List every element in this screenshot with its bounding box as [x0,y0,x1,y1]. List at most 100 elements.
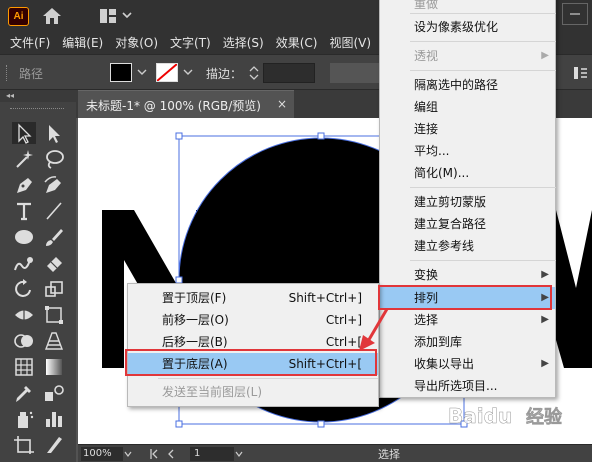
paintbrush-tool-icon[interactable] [42,226,66,248]
menu-view[interactable]: 视图(V) [323,32,377,54]
mesh-tool-icon[interactable] [12,356,36,378]
watermark-brand: Baidu [448,404,512,428]
panel-grip[interactable] [6,65,9,81]
context-menu-item[interactable]: 隔离选中的路径 [380,74,555,96]
zoom-level-field[interactable]: 100% [81,447,123,461]
control-bar-field[interactable] [330,63,380,83]
selection-type-label: 路径 [19,67,44,81]
menu-effect[interactable]: 效果(C) [270,32,324,54]
width-tool-icon[interactable] [12,304,36,326]
gradient-tool-icon[interactable] [42,356,66,378]
chevron-right-icon: ▶ [541,269,549,280]
previous-artboard-icon[interactable] [166,448,176,460]
menu-object[interactable]: 对象(O) [109,32,164,54]
chevron-right-icon: ▶ [541,314,549,325]
shape-builder-tool-icon[interactable] [12,330,36,352]
selection-tool-icon[interactable] [12,122,36,144]
submenu-item[interactable]: 前移一层(O) Ctrl+] [128,309,378,331]
menu-divider [410,187,556,188]
watermark-sub: 经验 [526,406,563,428]
context-menu-item[interactable]: 选择 ▶ [380,309,555,331]
context-menu-item[interactable]: 建立剪切蒙版 [380,191,555,213]
document-tab-title: 未标题-1* @ 100% (RGB/预览) [86,99,261,113]
scale-tool-icon[interactable] [42,278,66,300]
arrange-submenu: 置于顶层(F) Shift+Ctrl+] 前移一层(O) Ctrl+] 后移一层(B… [127,283,379,407]
lasso-tool-icon[interactable] [42,148,66,170]
artboard-number-field[interactable]: 1 [190,447,234,461]
artboard-tool-icon[interactable] [12,434,36,456]
context-menu-item[interactable]: 连接 [380,118,555,140]
blend-tool-icon[interactable] [42,382,66,404]
eyedropper-tool-icon[interactable] [12,382,36,404]
stroke-weight-stepper[interactable] [247,63,261,83]
context-menu-item[interactable]: 添加到库 [380,331,555,353]
chevron-right-icon: ▶ [541,358,549,369]
tools-panel [0,102,76,462]
pen-tool-icon[interactable] [12,174,36,196]
context-menu-item[interactable]: 变换 ▶ [380,264,555,286]
status-bar: 100% 1 选择 [78,444,592,462]
context-menu-item[interactable]: 设为像素级优化 [380,16,555,38]
context-menu-item[interactable]: 编组 [380,96,555,118]
chevron-down-icon[interactable] [234,447,244,461]
chevron-down-icon[interactable] [121,9,133,21]
collapse-panels-button[interactable]: ◂◂ [0,90,76,102]
ellipse-tool-icon[interactable] [12,226,36,248]
workspace-layout-icon[interactable] [100,9,116,23]
slice-tool-icon[interactable] [42,434,66,456]
home-icon[interactable] [42,7,62,25]
perspective-grid-tool-icon[interactable] [42,330,66,352]
first-artboard-icon[interactable] [149,448,159,460]
shortcut-text: Shift+Ctrl+] [288,291,362,305]
menu-select[interactable]: 选择(S) [217,32,270,54]
menu-edit[interactable]: 编辑(E) [56,32,109,54]
submenu-item[interactable]: 置于顶层(F) Shift+Ctrl+] [128,287,378,309]
window-minimize-button[interactable] [562,3,588,25]
context-menu-item[interactable]: 平均... [380,140,555,162]
annotation-arrow-icon [359,308,389,351]
menu-type[interactable]: 文字(T) [164,32,217,54]
line-segment-tool-icon[interactable] [42,200,66,222]
chevron-down-icon[interactable] [123,447,133,461]
document-tab[interactable]: 未标题-1* @ 100% (RGB/预览) × [78,90,294,118]
stroke-weight-input[interactable] [263,63,315,83]
annotation-highlight-box [125,349,377,376]
status-text: 选择 [378,448,400,461]
watermark-url: jingyan.baidu.com [461,430,554,441]
menu-divider [410,260,556,261]
context-menu-item[interactable]: 建立复合路径 [380,213,555,235]
eraser-tool-icon[interactable] [42,252,66,274]
submenu-item: 发送至当前图层(L) [162,385,263,399]
rotate-tool-icon[interactable] [12,278,36,300]
context-menu-item[interactable]: 导出所选项目... [380,375,555,397]
fill-color-swatch[interactable] [110,63,132,82]
stroke-label: 描边： [206,67,243,81]
context-menu: 重做 设为像素级优化 透视 ▶ 隔离选中的路径 编组 连接 平均... 简化(M)… [379,0,556,398]
context-menu-item[interactable]: 收集以导出 ▶ [380,353,555,375]
direct-selection-tool-icon[interactable] [42,122,66,144]
chevron-down-icon[interactable] [182,65,194,79]
type-tool-icon[interactable] [12,200,36,222]
selection-handle [175,132,183,140]
free-transform-tool-icon[interactable] [42,304,66,326]
close-icon[interactable]: × [277,97,287,111]
shaper-tool-icon[interactable] [12,252,36,274]
menu-divider [410,41,556,42]
symbol-sprayer-tool-icon[interactable] [12,408,36,430]
annotation-highlight-box [378,285,552,310]
stroke-color-swatch[interactable] [156,63,178,82]
baidu-jingyan-watermark: Baidu 经验 jingyan.baidu.com [448,404,563,441]
menu-divider [158,378,378,379]
menu-file[interactable]: 文件(F) [4,32,56,54]
chevron-down-icon[interactable] [136,65,148,79]
chevron-right-icon: ▶ [541,50,549,61]
context-menu-item[interactable]: 简化(M)... [380,162,555,184]
curvature-tool-icon[interactable] [42,174,66,196]
magic-wand-tool-icon[interactable] [12,148,36,170]
column-graph-tool-icon[interactable] [42,408,66,430]
context-menu-item[interactable]: 建立参考线 [380,235,555,257]
panel-grip[interactable] [10,108,64,114]
panel-options-icon[interactable] [572,64,590,82]
selection-handle [317,132,325,140]
selection-handle [175,420,183,428]
